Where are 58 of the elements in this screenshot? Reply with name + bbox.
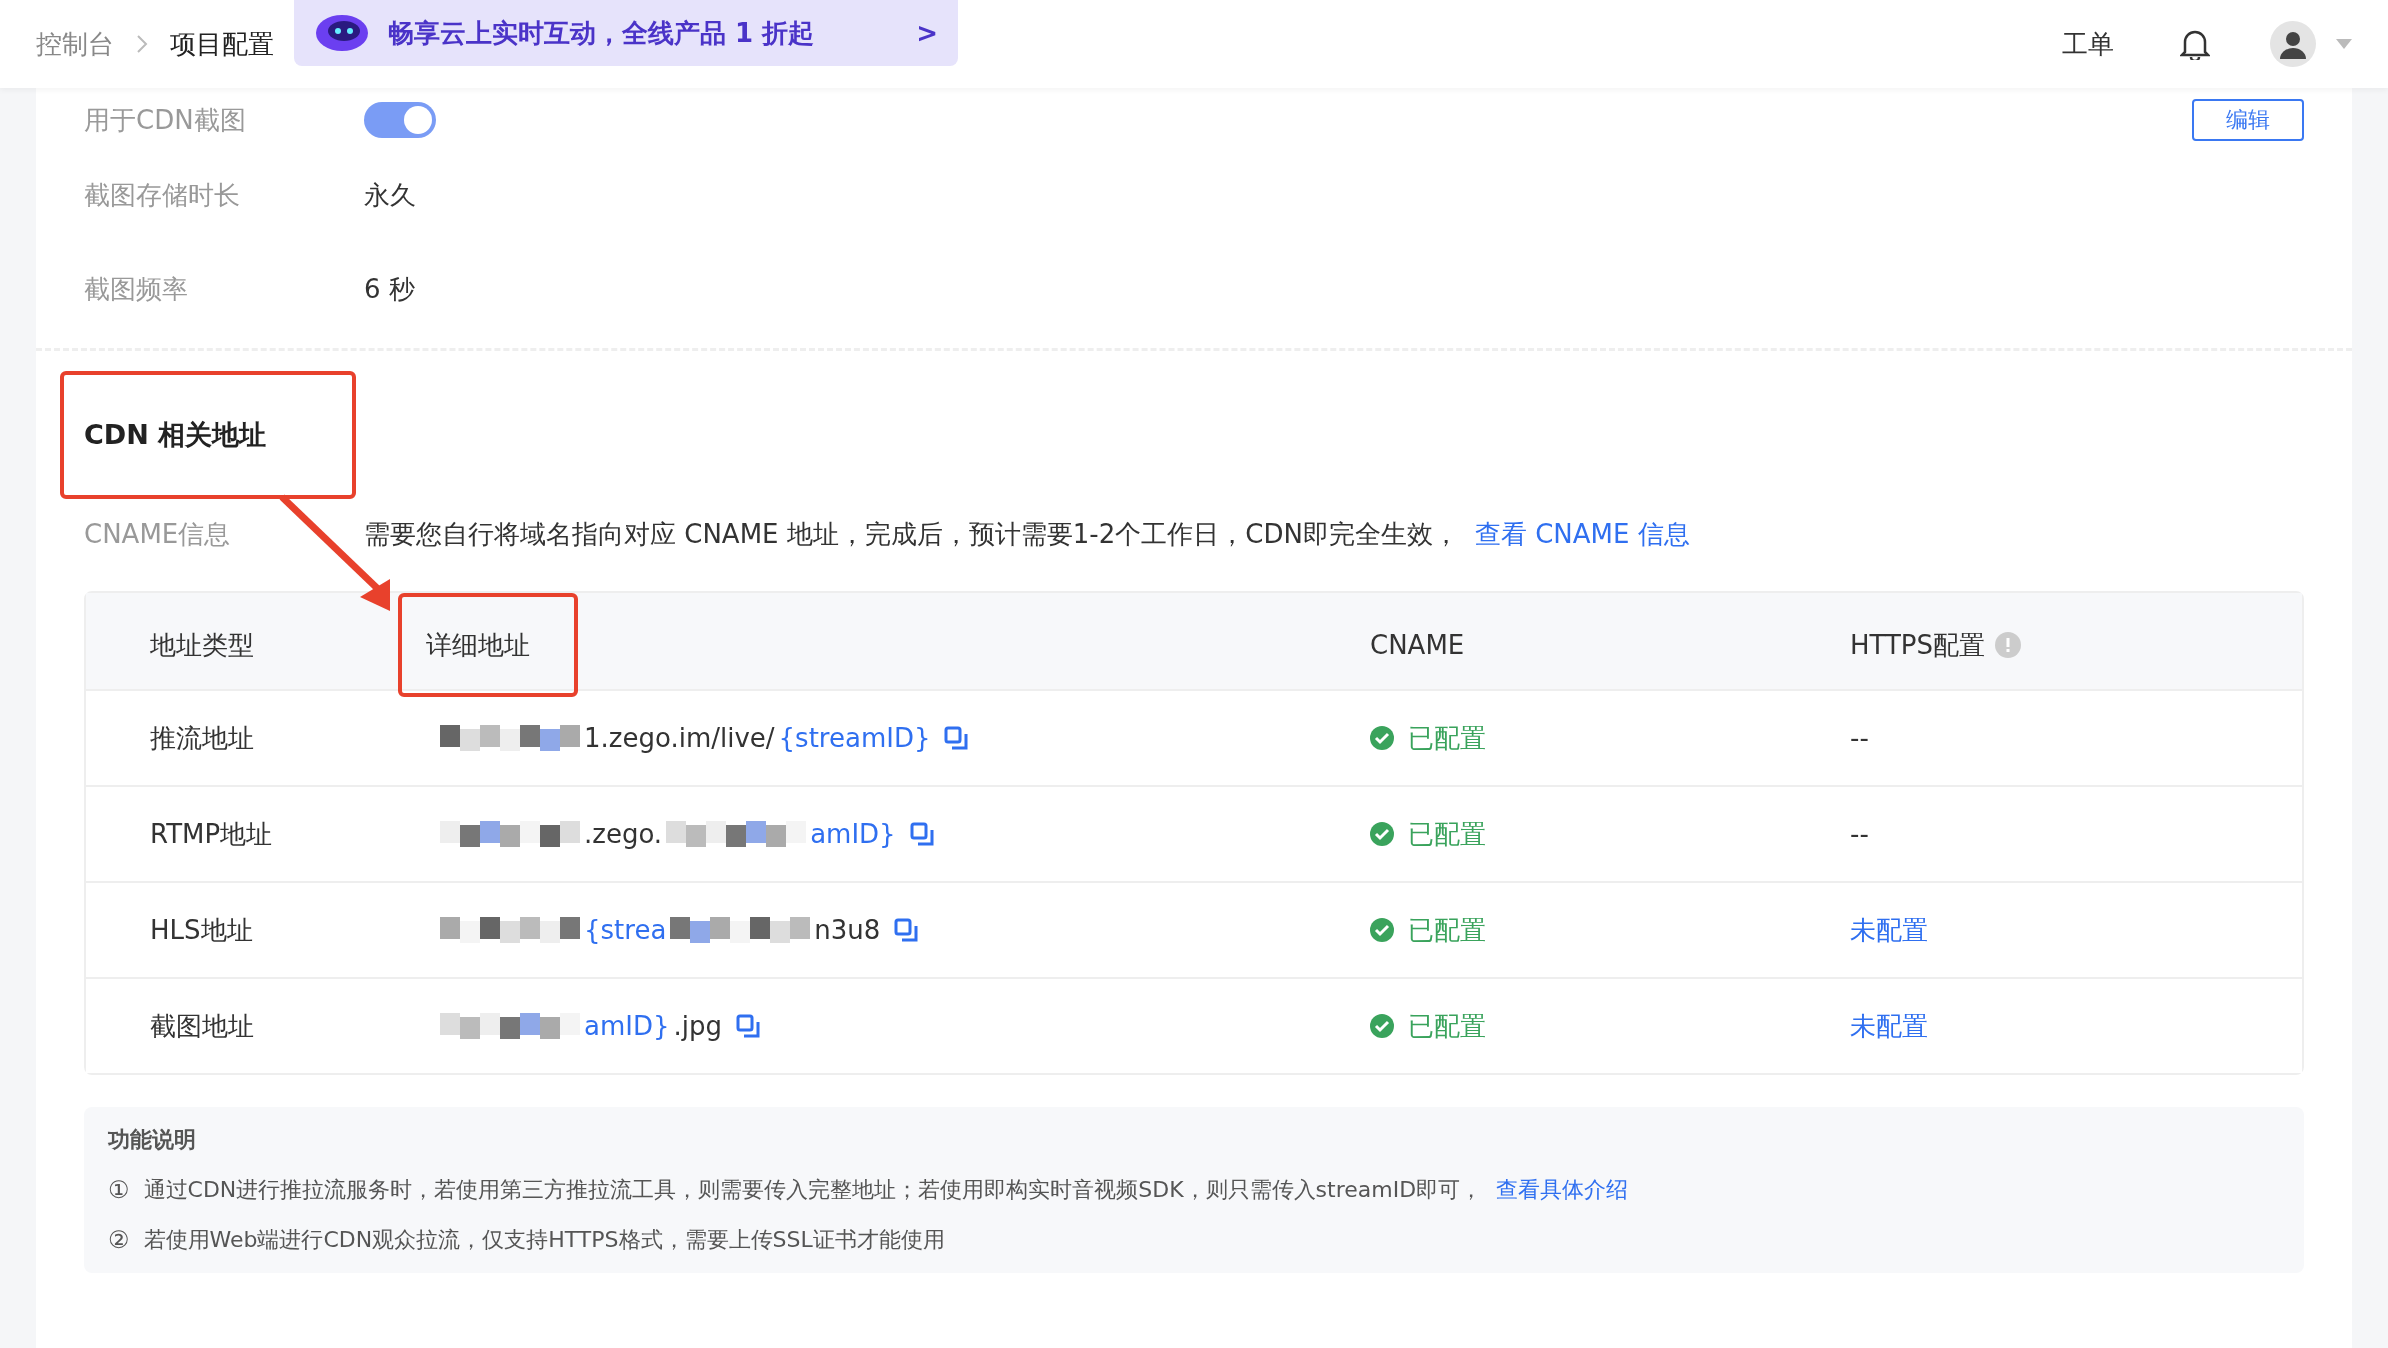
address-link[interactable]: amID} [584,1011,670,1041]
address-link[interactable]: {streamID} [778,723,931,753]
setting-label: 用于CDN截图 [84,103,247,137]
table-cell-text: RTMP地址 [150,817,274,851]
config-link[interactable]: 未配置 [1850,1008,1928,1044]
notes-title: 功能说明 [108,1126,197,1154]
avatar-icon[interactable] [2270,21,2316,67]
column-header: 详细地址 [398,593,578,697]
address-text: .zego. [584,819,663,849]
setting-value: 永久 [364,178,416,212]
breadcrumb-item[interactable]: 控制台 [36,26,114,62]
note-link[interactable]: 查看具体介绍 [1496,1175,1629,1205]
status-text: 已配置 [1408,1009,1486,1043]
setting-value: 6 秒 [364,272,415,306]
address-link[interactable]: amID} [810,819,896,849]
status-text: 已配置 [1408,913,1486,947]
copy-icon[interactable] [894,918,919,942]
table-cell: -- [1850,723,1869,753]
table-cell: -- [1850,819,1869,849]
promo-banner[interactable]: 畅享云上实时互动，全线产品 1 折起 > [294,0,958,66]
table-cell-text: HLS地址 [150,913,254,947]
column-header: CNAME [1370,630,1465,660]
ticket-link[interactable]: 工单 [2056,25,2120,63]
edit-button[interactable]: 编辑 [2192,99,2304,141]
column-header: HTTPS配置 [1850,628,1986,662]
check-icon [1370,1014,1394,1038]
cname-description: 需要您自行将域名指向对应 CNAME 地址，完成后，预计需要1-2个工作日，CDN即完全生效， [364,517,1459,551]
bell-icon[interactable] [2180,28,2210,60]
note-text: 通过CDN进行推拉流服务时，若使用第三方推拉流工具，则需要传入完整地址；若使用即构实时音视频SDK，则只需传入streamID即可， [143,1176,1483,1204]
note-text: 若使用Web端进行CDN观众拉流，仅支持HTTPS格式，需要上传SSL证书才能使用 [143,1226,945,1254]
address-text: 1.zego.im/live/ [584,723,775,753]
address-link[interactable]: {strea [584,915,667,945]
config-link[interactable]: 未配置 [1850,912,1928,948]
promo-arrow: > [916,18,938,48]
table-cell-text: 截图地址 [150,1009,255,1043]
check-icon [1370,726,1394,750]
check-icon [1370,918,1394,942]
setting-label: 截图存储时长 [84,178,241,212]
cname-link[interactable]: 查看 CNAME 信息 [1474,516,1690,552]
cname-label: CNAME信息 [84,517,232,551]
breadcrumb-item[interactable]: 项目配置 [170,26,274,62]
number-mark: ① [108,1176,130,1204]
promo-text: 畅享云上实时互动，全线产品 1 折起 [388,16,816,50]
status-text: 已配置 [1408,817,1486,851]
setting-label: 截图频率 [84,272,189,306]
check-icon [1370,822,1394,846]
number-mark: ② [108,1226,130,1254]
copy-icon[interactable] [909,822,934,846]
column-header: 地址类型 [150,628,254,662]
section-title: CDN 相关地址 [60,371,356,499]
copy-icon[interactable] [736,1014,760,1038]
address-text: .jpg [673,1011,722,1041]
table-cell-text: 推流地址 [150,721,255,755]
address-text: n3u8 [814,915,881,945]
copy-icon[interactable] [944,726,969,750]
status-text: 已配置 [1408,721,1486,755]
toggle-switch[interactable] [364,102,436,138]
chevron-icon [134,34,150,54]
